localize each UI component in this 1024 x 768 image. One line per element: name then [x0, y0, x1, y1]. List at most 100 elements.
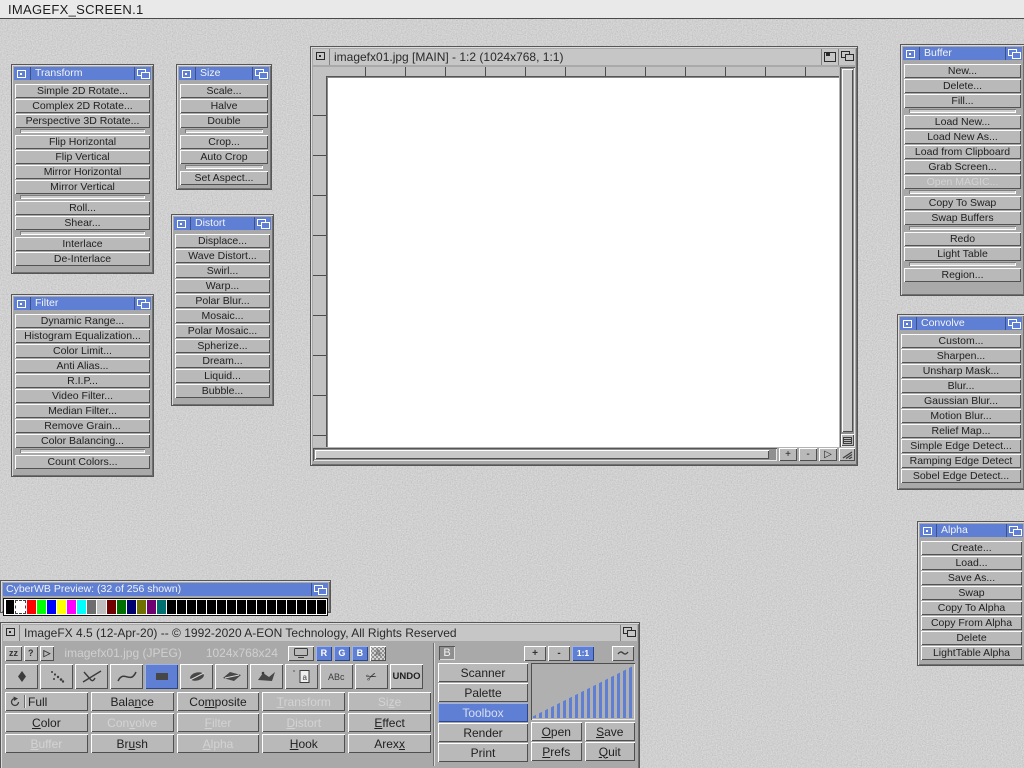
palette-swatch[interactable] — [227, 600, 236, 614]
rip-button[interactable]: R.I.P... — [15, 374, 150, 388]
palette-swatch[interactable] — [297, 600, 306, 614]
zoom-gadget-icon[interactable] — [821, 49, 838, 65]
sobel-edge-detect-button[interactable]: Sobel Edge Detect... — [901, 469, 1021, 483]
auto-crop-button[interactable]: Auto Crop — [180, 150, 268, 164]
anti-alias-button[interactable]: Anti Alias... — [15, 359, 150, 373]
zoom-out-button[interactable]: - — [799, 448, 817, 461]
close-icon[interactable] — [920, 524, 937, 537]
close-icon[interactable] — [174, 217, 191, 230]
median-filter-button[interactable]: Median Filter... — [15, 404, 150, 418]
fill-button[interactable]: Fill... — [904, 94, 1021, 108]
composite-button[interactable]: Composite — [177, 692, 260, 711]
close-icon[interactable] — [3, 625, 20, 641]
palette-swatch-selected[interactable] — [15, 600, 26, 614]
main-titlebar[interactable]: ImageFX 4.5 (12-Apr-20) -- © 1992-2020 A… — [3, 625, 637, 641]
depth-icon[interactable] — [254, 217, 271, 230]
arexx-button[interactable]: Arexx — [348, 734, 431, 753]
redo-button[interactable]: Redo — [904, 232, 1021, 246]
spherize-button[interactable]: Spherize... — [175, 339, 270, 353]
perspective-3d-rotate-button[interactable]: Perspective 3D Rotate... — [15, 114, 150, 128]
palette-swatch[interactable] — [167, 600, 176, 614]
simple-edge-detect-button[interactable]: Simple Edge Detect... — [901, 439, 1021, 453]
depth-icon[interactable] — [1005, 317, 1022, 330]
distort-titlebar[interactable]: Distort — [174, 217, 271, 230]
open-button[interactable]: Open — [531, 722, 582, 741]
palette-swatch[interactable] — [307, 600, 316, 614]
channel-green-button[interactable]: G — [334, 646, 350, 661]
channel-blue-button[interactable]: B — [352, 646, 368, 661]
tool-curve-icon[interactable] — [110, 664, 143, 689]
motion-blur-button[interactable]: Motion Blur... — [901, 409, 1021, 423]
roll-button[interactable]: Roll... — [15, 201, 150, 215]
vertical-scrollbar[interactable] — [840, 67, 855, 447]
palette-swatch[interactable] — [97, 600, 106, 614]
palette-swatch[interactable] — [47, 600, 56, 614]
hook-button[interactable]: Hook — [262, 734, 345, 753]
complex-2d-rotate-button[interactable]: Complex 2D Rotate... — [15, 99, 150, 113]
screen-titlebar[interactable]: IMAGEFX_SCREEN.1 — [0, 0, 1024, 19]
pan-tool-icon[interactable] — [612, 646, 634, 661]
horizontal-scroll-thumb[interactable] — [315, 450, 769, 459]
palette-swatch[interactable] — [277, 600, 286, 614]
palette-swatch[interactable] — [87, 600, 96, 614]
image-canvas[interactable] — [327, 77, 839, 447]
palette-swatch[interactable] — [187, 600, 196, 614]
remove-grain-button[interactable]: Remove Grain... — [15, 419, 150, 433]
alpha-load-button[interactable]: Load... — [921, 556, 1022, 570]
brush-button[interactable]: Brush — [91, 734, 174, 753]
tool-scissors-icon[interactable]: ✂ — [355, 664, 388, 689]
zoom-in-button[interactable]: + — [779, 448, 797, 461]
buffer-titlebar[interactable]: Buffer — [903, 47, 1022, 60]
warp-button[interactable]: Warp... — [175, 279, 270, 293]
swap-buffers-button[interactable]: Swap Buffers — [904, 211, 1021, 225]
mirror-horizontal-button[interactable]: Mirror Horizontal — [15, 165, 150, 179]
close-icon[interactable] — [903, 47, 920, 60]
load-from-clipboard-button[interactable]: Load from Clipboard — [904, 145, 1021, 159]
simple-2d-rotate-button[interactable]: Simple 2D Rotate... — [15, 84, 150, 98]
copy-to-swap-button[interactable]: Copy To Swap — [904, 196, 1021, 210]
palette-swatch[interactable] — [67, 600, 76, 614]
bubble-button[interactable]: Bubble... — [175, 384, 270, 398]
vertical-scroll-thumb[interactable] — [842, 69, 853, 432]
channel-red-button[interactable]: R — [316, 646, 332, 661]
depth-icon[interactable] — [134, 67, 151, 80]
dream-button[interactable]: Dream... — [175, 354, 270, 368]
quit-button[interactable]: Quit — [585, 742, 636, 761]
alpha-titlebar[interactable]: Alpha — [920, 524, 1023, 537]
shear-button[interactable]: Shear... — [15, 216, 150, 230]
tool-airbrush-icon[interactable] — [40, 664, 73, 689]
tool-clipboard-icon[interactable]: “a — [285, 664, 318, 689]
palette-swatch[interactable] — [207, 600, 216, 614]
sleep-button[interactable]: zz — [5, 646, 22, 661]
palette-swatch[interactable] — [157, 600, 166, 614]
palette-swatch[interactable] — [127, 600, 136, 614]
palette-swatch[interactable] — [77, 600, 86, 614]
tool-ellipse-icon[interactable] — [180, 664, 213, 689]
mirror-vertical-button[interactable]: Mirror Vertical — [15, 180, 150, 194]
palette-swatch[interactable] — [107, 600, 116, 614]
save-button[interactable]: Save — [585, 722, 636, 741]
tool-polygon-icon[interactable] — [215, 664, 248, 689]
alpha-delete-button[interactable]: Delete — [921, 631, 1022, 645]
palette-swatch[interactable] — [267, 600, 276, 614]
help-button[interactable]: ? — [24, 646, 38, 661]
close-icon[interactable] — [14, 67, 31, 80]
zoom-one-to-one-button[interactable]: 1:1 — [572, 646, 594, 661]
gaussian-blur-button[interactable]: Gaussian Blur... — [901, 394, 1021, 408]
light-table-button[interactable]: Light Table — [904, 247, 1021, 261]
palette-swatch[interactable] — [217, 600, 226, 614]
palette-swatch[interactable] — [317, 600, 326, 614]
polar-blur-button[interactable]: Polar Blur... — [175, 294, 270, 308]
relief-map-button[interactable]: Relief Map... — [901, 424, 1021, 438]
video-filter-button[interactable]: Video Filter... — [15, 389, 150, 403]
depth-icon[interactable] — [134, 297, 151, 310]
depth-icon[interactable] — [1005, 47, 1022, 60]
palette-swatch[interactable] — [6, 600, 15, 614]
transform-titlebar[interactable]: Transform — [14, 67, 151, 80]
depth-icon[interactable] — [311, 583, 328, 596]
new-button[interactable]: New... — [904, 64, 1021, 78]
palette-swatch[interactable] — [37, 600, 46, 614]
effect-button[interactable]: Effect — [348, 713, 431, 732]
flip-vertical-button[interactable]: Flip Vertical — [15, 150, 150, 164]
blur-button[interactable]: Blur... — [901, 379, 1021, 393]
